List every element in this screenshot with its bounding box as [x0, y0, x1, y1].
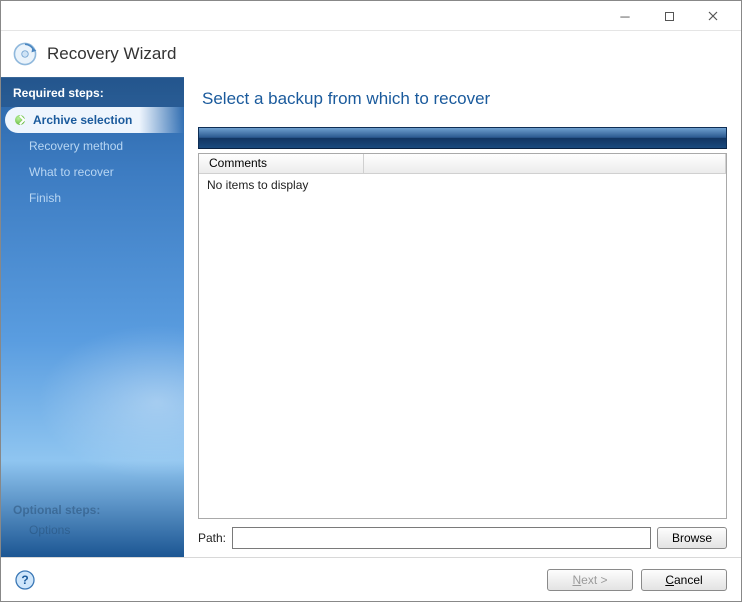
sidebar-required-header: Required steps: — [1, 77, 184, 107]
step-archive-selection[interactable]: Archive selection — [5, 107, 184, 133]
sidebar-optional-options: Options — [29, 523, 70, 537]
column-headers: Comments — [199, 154, 726, 174]
wizard-header: Recovery Wizard — [1, 31, 741, 77]
step-label: Archive selection — [33, 113, 132, 127]
path-row: Path: Browse — [198, 527, 727, 549]
column-spacer[interactable] — [364, 154, 726, 173]
maximize-button[interactable] — [647, 5, 691, 27]
backup-list-body[interactable]: No items to display — [199, 174, 726, 518]
backup-list-panel: Comments No items to display — [198, 153, 727, 519]
step-finish[interactable]: Finish — [1, 185, 184, 211]
wizard-title: Recovery Wizard — [47, 44, 176, 64]
column-comments[interactable]: Comments — [199, 154, 364, 173]
browse-button[interactable]: Browse — [657, 527, 727, 549]
sidebar-optional-header: Optional steps: — [13, 503, 100, 517]
sidebar: Required steps: Archive selection Recove… — [1, 77, 184, 557]
step-label: Finish — [29, 191, 61, 205]
titlebar: ─ — [1, 1, 741, 31]
next-button[interactable]: Next > — [547, 569, 633, 591]
wizard-footer: ? Next > Cancel — [1, 557, 741, 601]
panel-header-bar — [198, 127, 727, 149]
close-button[interactable] — [691, 5, 735, 27]
step-label: What to recover — [29, 165, 114, 179]
sidebar-steps: Archive selection Recovery method What t… — [1, 107, 184, 211]
step-what-to-recover[interactable]: What to recover — [1, 159, 184, 185]
recovery-wizard-icon — [11, 40, 39, 68]
step-recovery-method[interactable]: Recovery method — [1, 133, 184, 159]
svg-text:?: ? — [21, 573, 28, 587]
main-panel: Select a backup from which to recover Co… — [184, 77, 741, 557]
cancel-button[interactable]: Cancel — [641, 569, 727, 591]
step-label: Recovery method — [29, 139, 123, 153]
minimize-button[interactable]: ─ — [603, 5, 647, 27]
page-title: Select a backup from which to recover — [202, 89, 727, 109]
empty-list-text: No items to display — [207, 178, 308, 192]
recovery-wizard-window: ─ Recovery Wizard Required steps: Archiv… — [0, 0, 742, 602]
help-icon[interactable]: ? — [15, 570, 35, 590]
path-input[interactable] — [232, 527, 651, 549]
path-label: Path: — [198, 531, 226, 545]
